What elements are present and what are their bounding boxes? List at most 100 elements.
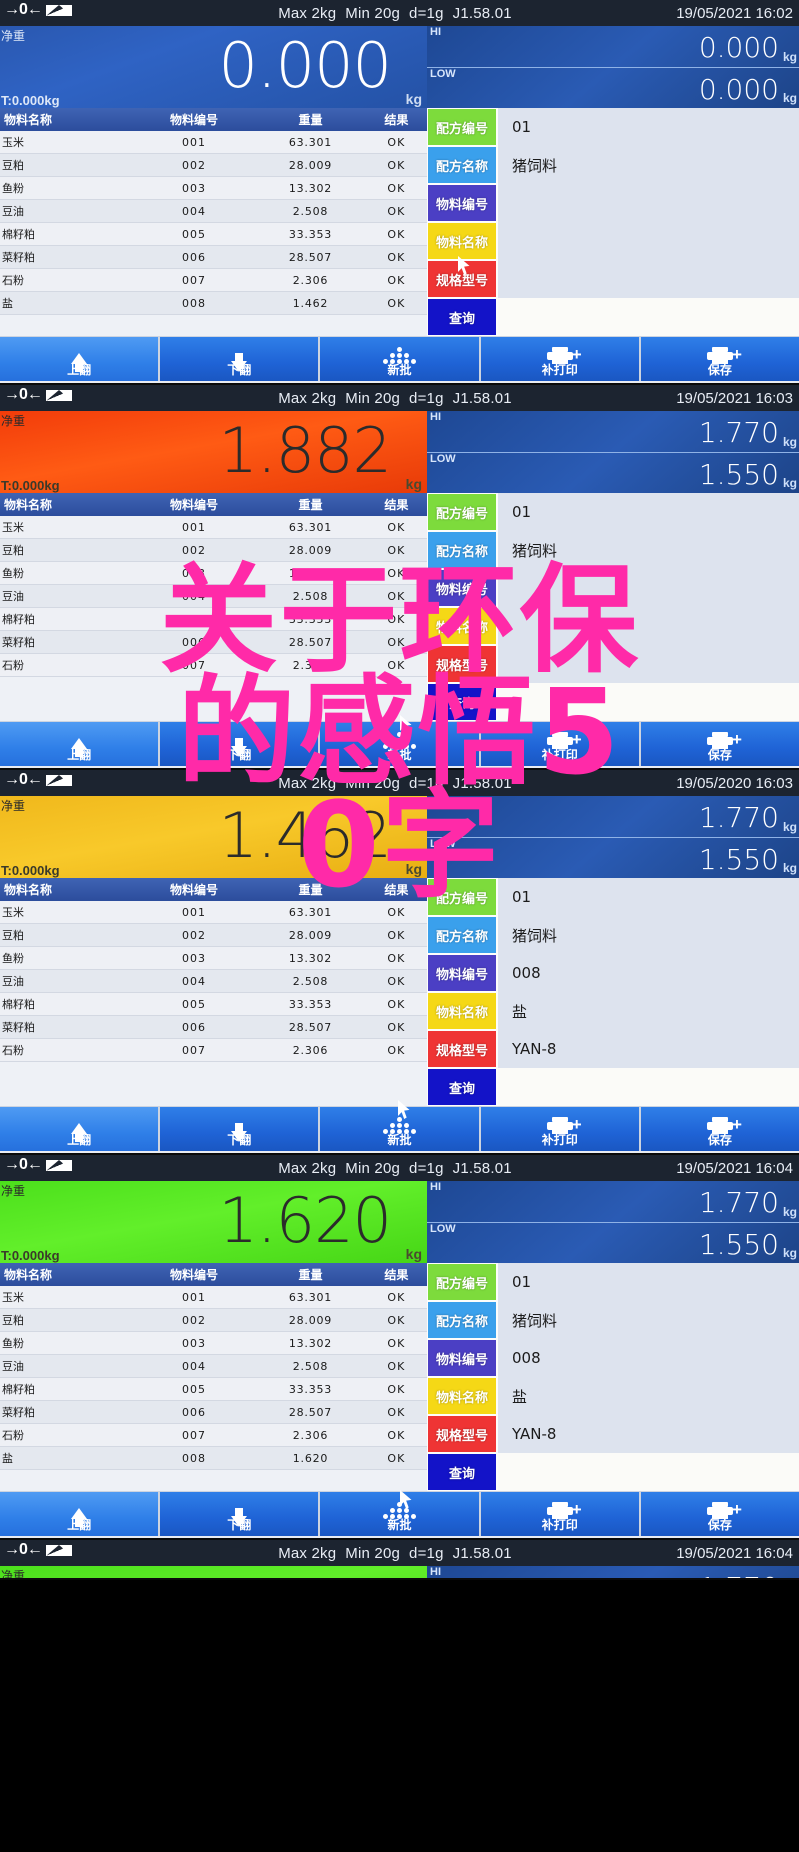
weight-display: 净重 T:0.000kg 1.620 kg bbox=[0, 1181, 427, 1263]
field-value-material-no[interactable] bbox=[498, 569, 799, 607]
spec-spec-max: Max 2kg bbox=[278, 4, 337, 22]
field-row-spec-model: 规格型号 YAN-8 bbox=[427, 1030, 799, 1068]
field-value-material-name[interactable] bbox=[498, 607, 799, 645]
field-value-spec-model[interactable] bbox=[498, 645, 799, 683]
column-header-0: 物料名称 bbox=[0, 878, 133, 901]
field-label-material-no[interactable]: 物料编号 bbox=[428, 1340, 496, 1376]
query-result-area[interactable] bbox=[498, 1068, 799, 1106]
hi-unit: kg bbox=[782, 434, 797, 449]
reprint-button[interactable]: + 补打印 bbox=[480, 337, 639, 381]
spec-spec-max: Max 2kg bbox=[278, 1159, 337, 1177]
field-value-material-no[interactable]: 008 bbox=[498, 954, 799, 992]
field-value-recipe-name[interactable]: 猪饲料 bbox=[498, 916, 799, 954]
field-value-material-name[interactable]: 盐 bbox=[498, 992, 799, 1030]
field-label-recipe-name[interactable]: 配方名称 bbox=[428, 532, 496, 568]
field-value-spec-model[interactable]: YAN-8 bbox=[498, 1030, 799, 1068]
page-up-button[interactable]: 上翻 bbox=[0, 1107, 159, 1151]
save-button[interactable]: + 保存 bbox=[640, 337, 799, 381]
field-value-recipe-no[interactable]: 01 bbox=[498, 878, 799, 916]
table-row: 玉米 001 63.301 OK bbox=[0, 131, 427, 154]
plus-icon: + bbox=[731, 1499, 742, 1519]
field-value-material-no[interactable]: 008 bbox=[498, 1339, 799, 1377]
field-value-spec-model[interactable] bbox=[498, 260, 799, 298]
field-value-recipe-name[interactable]: 猪饲料 bbox=[498, 146, 799, 184]
page-down-button[interactable]: 下翻 bbox=[160, 337, 319, 381]
cell-结果: OK bbox=[365, 222, 427, 246]
new-batch-button[interactable]: 新批 bbox=[320, 722, 479, 766]
field-label-material-name[interactable]: 物料名称 bbox=[428, 993, 496, 1029]
save-button[interactable]: + 保存 bbox=[640, 1492, 799, 1536]
scale-terminal-photo-stack: →0← Max 2kg Min 20g d=1g J1.58.01 19/05/2021 … bbox=[0, 0, 799, 1852]
page-down-button[interactable]: 下翻 bbox=[160, 1107, 319, 1151]
page-down-button[interactable]: 下翻 bbox=[160, 722, 319, 766]
cell-结果: OK bbox=[365, 268, 427, 292]
query-result-area[interactable] bbox=[498, 298, 799, 336]
limit-hi: HI 1.770kg bbox=[427, 796, 799, 838]
field-label-recipe-no[interactable]: 配方编号 bbox=[428, 494, 496, 530]
field-label-material-name[interactable]: 物料名称 bbox=[428, 1378, 496, 1414]
cell-结果: OK bbox=[365, 653, 427, 677]
field-value-material-name[interactable]: 盐 bbox=[498, 1377, 799, 1415]
query-result-area[interactable] bbox=[498, 1453, 799, 1491]
field-value-recipe-no[interactable]: 01 bbox=[498, 108, 799, 146]
query-button[interactable]: 查询 bbox=[428, 1069, 496, 1105]
weight-unit: kg bbox=[405, 91, 422, 107]
field-label-recipe-name[interactable]: 配方名称 bbox=[428, 917, 496, 953]
cell-重量: 2.306 bbox=[255, 653, 366, 677]
field-label-material-no[interactable]: 物料编号 bbox=[428, 955, 496, 991]
field-label-material-name[interactable]: 物料名称 bbox=[428, 223, 496, 259]
page-up-button[interactable]: 上翻 bbox=[0, 1492, 159, 1536]
field-label-recipe-name[interactable]: 配方名称 bbox=[428, 1302, 496, 1338]
field-label-recipe-no[interactable]: 配方编号 bbox=[428, 109, 496, 145]
limit-hi: HI 1.770kg bbox=[427, 1181, 799, 1223]
stacked-balls-icon bbox=[383, 727, 417, 749]
material-table-wrapper: 物料名称 物料编号 重量 结果 玉米 001 63.301 OK 豆粕 002 28.009 OK 鱼粉… bbox=[0, 878, 427, 1106]
hi-value: 1.770 bbox=[699, 1571, 779, 1578]
query-button[interactable]: 查询 bbox=[428, 684, 496, 720]
page-up-button[interactable]: 上翻 bbox=[0, 722, 159, 766]
reprint-button[interactable]: + 补打印 bbox=[480, 1107, 639, 1151]
reprint-button[interactable]: + 补打印 bbox=[480, 1492, 639, 1536]
spec-firmware: J1.58.01 bbox=[452, 1544, 512, 1562]
cell-物料编号: 006 bbox=[132, 245, 256, 269]
reprint-button[interactable]: + 补打印 bbox=[480, 722, 639, 766]
query-button[interactable]: 查询 bbox=[428, 299, 496, 335]
save-button[interactable]: + 保存 bbox=[640, 1107, 799, 1151]
field-label-material-no[interactable]: 物料编号 bbox=[428, 185, 496, 221]
new-batch-button[interactable]: 新批 bbox=[320, 337, 479, 381]
field-label-material-name[interactable]: 物料名称 bbox=[428, 608, 496, 644]
cell-物料名称: 玉米 bbox=[0, 131, 133, 154]
cell-重量: 28.009 bbox=[255, 153, 366, 177]
panel-3: →0← Max 2kg Min 20g d=1g J1.58.01 19/05/2020 … bbox=[0, 770, 799, 1155]
field-value-recipe-name[interactable]: 猪饲料 bbox=[498, 1301, 799, 1339]
field-label-recipe-name[interactable]: 配方名称 bbox=[428, 147, 496, 183]
field-value-recipe-no[interactable]: 01 bbox=[498, 493, 799, 531]
field-label-spec-model[interactable]: 规格型号 bbox=[428, 1416, 496, 1452]
field-value-spec-model[interactable]: YAN-8 bbox=[498, 1415, 799, 1453]
field-value-material-name[interactable] bbox=[498, 222, 799, 260]
save-button[interactable]: + 保存 bbox=[640, 722, 799, 766]
table-row: 豆粕 002 28.009 OK bbox=[0, 153, 427, 177]
field-label-material-no[interactable]: 物料编号 bbox=[428, 570, 496, 606]
cell-重量: 33.353 bbox=[255, 607, 366, 631]
reprint-button-label: 补打印 bbox=[541, 747, 578, 762]
field-value-material-no[interactable] bbox=[498, 184, 799, 222]
cell-物料编号: 003 bbox=[132, 1331, 256, 1355]
field-value-recipe-name[interactable]: 猪饲料 bbox=[498, 531, 799, 569]
query-result-area[interactable] bbox=[498, 683, 799, 721]
field-label-recipe-no[interactable]: 配方编号 bbox=[428, 1264, 496, 1300]
field-value-recipe-no[interactable]: 01 bbox=[498, 1263, 799, 1301]
cell-物料名称: 菜籽粕 bbox=[0, 245, 133, 269]
weight-value: 1.462 bbox=[218, 798, 392, 872]
page-up-button[interactable]: 上翻 bbox=[0, 337, 159, 381]
field-label-recipe-no[interactable]: 配方编号 bbox=[428, 879, 496, 915]
cell-物料名称: 鱼粉 bbox=[0, 561, 133, 585]
hi-unit: kg bbox=[782, 1204, 797, 1219]
new-batch-button[interactable]: 新批 bbox=[320, 1492, 479, 1536]
field-label-spec-model[interactable]: 规格型号 bbox=[428, 646, 496, 682]
page-down-button[interactable]: 下翻 bbox=[160, 1492, 319, 1536]
column-header-3: 结果 bbox=[365, 493, 427, 516]
query-button[interactable]: 查询 bbox=[428, 1454, 496, 1490]
field-row-recipe-name: 配方名称 猪饲料 bbox=[427, 916, 799, 954]
field-label-spec-model[interactable]: 规格型号 bbox=[428, 1031, 496, 1067]
